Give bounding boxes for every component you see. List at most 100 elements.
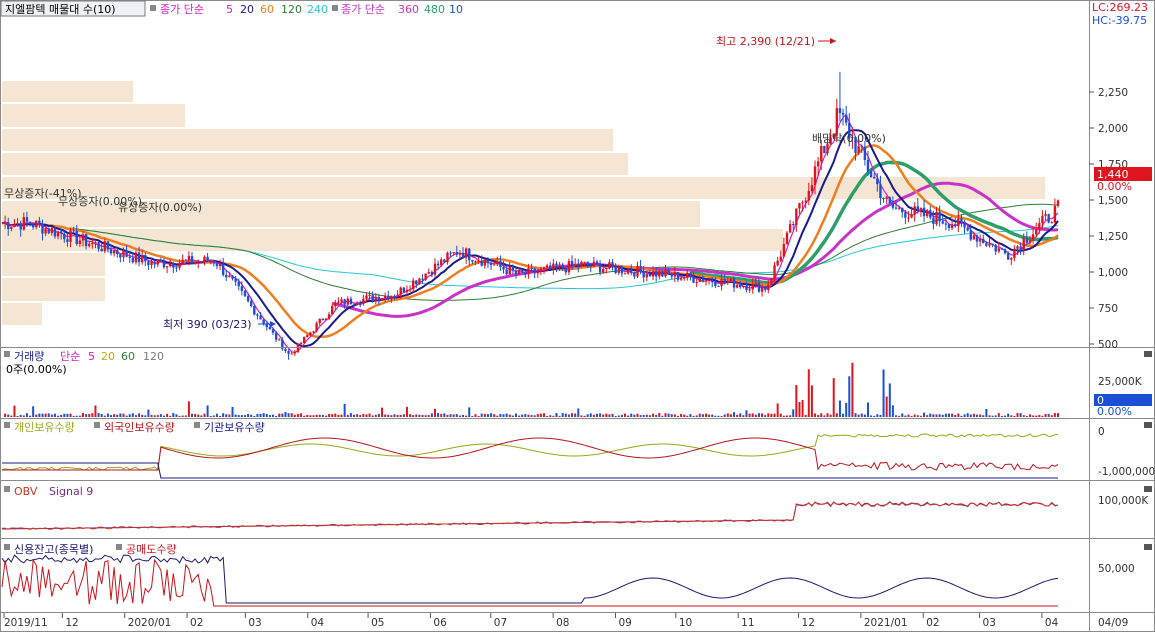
panel-collapse-icon[interactable] (1144, 544, 1152, 550)
volume-bar (250, 414, 253, 417)
volume-bar (256, 413, 259, 417)
candle-body (539, 268, 543, 272)
volume-bar (546, 415, 549, 417)
candle-body (583, 261, 586, 263)
panel-collapse-icon[interactable] (1144, 351, 1152, 357)
candle-body (816, 161, 820, 167)
volume-bar (658, 413, 661, 417)
volume-bar (829, 414, 832, 417)
candle-body (396, 294, 399, 297)
candle-body (41, 223, 44, 234)
volume-bar (932, 414, 935, 417)
volume-bar (982, 415, 985, 417)
volume-bar (776, 403, 779, 417)
candle-body (810, 185, 814, 192)
candle-body (717, 285, 720, 287)
volume-bar (315, 414, 318, 417)
volume-bar (810, 385, 813, 417)
candle-body (586, 261, 589, 266)
candle-body (602, 268, 605, 273)
volume-bar (110, 415, 113, 417)
volume-bar (972, 413, 975, 417)
candle-body (573, 263, 577, 266)
volume-bar (898, 415, 901, 417)
volume-bar (530, 415, 533, 417)
chart-title: 지엘팜텍 매물대 수(10) (5, 3, 116, 16)
volume-bar (97, 413, 100, 417)
candle-body (346, 298, 349, 305)
candle-body (287, 350, 290, 354)
volume-bar (798, 402, 801, 417)
obv-label: OBV (14, 485, 38, 498)
volume-bar (611, 413, 614, 417)
volume-bar (624, 413, 627, 417)
volume-bar (502, 414, 505, 417)
candle-body (66, 239, 69, 242)
volume-bar (505, 413, 508, 417)
volume-bar (368, 413, 371, 417)
volume-bar (633, 414, 636, 417)
candle-body (648, 273, 652, 277)
holdings-institution: 기관보유수량 (204, 421, 265, 434)
volume-bar (468, 407, 471, 417)
volume-bar (876, 414, 879, 417)
candle-body (714, 282, 717, 286)
volume-bar (184, 415, 187, 417)
ma-period-360: 360 (398, 3, 419, 16)
volume-bar (331, 414, 334, 417)
candle-body (56, 231, 60, 237)
candle-body (785, 232, 789, 244)
volume-bar (785, 415, 788, 417)
candle-body (511, 266, 515, 271)
volume-bar (518, 415, 521, 417)
candle-body (904, 212, 907, 218)
candle-body (876, 178, 879, 185)
volume-bar (1016, 413, 1019, 417)
volume-bar (577, 408, 580, 417)
volume-bar (113, 414, 116, 417)
volume-bar (860, 413, 863, 417)
candle-body (69, 230, 72, 242)
volume-bar (698, 413, 701, 417)
volume-bar (119, 413, 122, 417)
candle-body (679, 278, 683, 280)
volume-bar (708, 414, 711, 417)
volume-bar (842, 413, 845, 417)
candle-body (564, 268, 568, 273)
candle-body (430, 272, 434, 275)
ma-group1-label: 종가 단순 (160, 3, 204, 16)
candle-body (383, 295, 387, 299)
volume-bar (144, 415, 147, 417)
candle-body (492, 264, 496, 266)
volume-bar (265, 413, 268, 417)
volume-bar (38, 413, 41, 417)
volume-bar (602, 414, 605, 417)
panel-collapse-icon[interactable] (1144, 422, 1152, 428)
volume-bar (627, 415, 630, 417)
candle-body (259, 315, 262, 320)
candle-body (122, 250, 125, 258)
ma-group2-label: 종가 단순 (341, 3, 385, 16)
candle-body (190, 256, 194, 264)
volume-bar (835, 413, 838, 417)
volume-bar (1004, 415, 1007, 417)
panel-collapse-icon[interactable] (1144, 486, 1152, 492)
volume-bar (393, 414, 396, 417)
x-tick-label: 12 (802, 617, 815, 629)
candle-body (673, 272, 677, 277)
x-tick-label: 2021/01 (864, 617, 908, 629)
candle-body (187, 256, 191, 261)
candle-body (424, 273, 427, 280)
vma-120: 120 (143, 350, 164, 363)
candle-body (645, 273, 649, 278)
candle-body (947, 224, 951, 229)
volume-bar (471, 415, 474, 417)
candle-body (411, 280, 415, 290)
volume-bar (652, 413, 655, 417)
volume-bar (81, 413, 84, 417)
candle-body (109, 249, 113, 254)
candle-body (50, 227, 54, 234)
candle-body (698, 278, 701, 283)
chart-background (0, 0, 1155, 632)
volume-bar (873, 415, 876, 417)
